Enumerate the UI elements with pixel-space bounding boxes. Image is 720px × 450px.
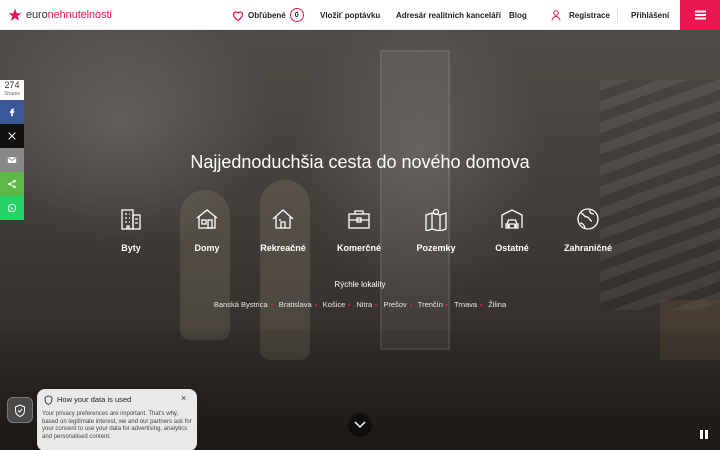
- land-map-icon: [425, 208, 447, 231]
- quick-location-link[interactable]: Žilina: [488, 300, 506, 309]
- category-pozemky[interactable]: Pozemky: [406, 207, 466, 253]
- site-logo[interactable]: euronehnutelnosti: [8, 7, 112, 23]
- share-whatsapp-button[interactable]: [0, 196, 24, 220]
- privacy-settings-button[interactable]: [7, 397, 33, 423]
- share-count: 274: [4, 80, 20, 90]
- category-label: Rekreačné: [260, 243, 306, 253]
- share-counter: 274 Shares: [0, 80, 24, 100]
- quick-location-link[interactable]: Košice: [323, 300, 351, 309]
- user-icon: [551, 9, 561, 21]
- category-zahranicne[interactable]: Zahraničné: [558, 207, 618, 253]
- close-icon[interactable]: ×: [181, 393, 186, 403]
- shield-check-icon: [15, 403, 25, 417]
- cookie-title: How your data is used: [57, 395, 132, 404]
- category-label: Ostatné: [495, 243, 529, 253]
- quick-locations-list: Banská Bystrica Bratislava Košice Nitra …: [0, 300, 720, 309]
- pause-video-button[interactable]: [698, 428, 710, 440]
- register-link[interactable]: Registrace: [551, 0, 610, 30]
- cookie-body: Your privacy preferences are important. …: [42, 411, 192, 440]
- x-icon: [8, 132, 16, 140]
- quick-location-link[interactable]: Banská Bystrica: [214, 300, 273, 309]
- quick-location-link[interactable]: Nitra: [356, 300, 378, 309]
- site-header: euronehnutelnosti Obľúbené 0 Vložiť popt…: [0, 0, 720, 30]
- category-rekreacne[interactable]: Rekreačné: [253, 207, 313, 253]
- hamburger-icon: [694, 14, 706, 16]
- category-label: Byty: [121, 243, 141, 253]
- category-label: Zahraničné: [563, 243, 612, 253]
- quick-location-link[interactable]: Trenčín: [418, 300, 448, 309]
- facebook-icon: [9, 108, 15, 117]
- category-ostatne[interactable]: Ostatné: [482, 207, 542, 253]
- share-x-button[interactable]: [0, 124, 24, 148]
- shield-icon: [44, 395, 53, 405]
- category-komercne[interactable]: Komerčné: [329, 207, 389, 253]
- chevron-down-icon: [354, 421, 366, 429]
- share-icon: [8, 179, 16, 189]
- category-byty[interactable]: Byty: [101, 207, 161, 253]
- heart-icon: [232, 10, 244, 21]
- category-label: Domy: [194, 243, 220, 253]
- logo-accent: nehnutelnosti: [47, 9, 112, 21]
- category-label: Pozemky: [416, 243, 456, 253]
- quick-location-link[interactable]: Bratislava: [279, 300, 317, 309]
- favorites-label: Obľúbené: [248, 10, 286, 20]
- garage-car-icon: [501, 209, 523, 229]
- hero-headline: Najjednoduchšia cesta do nového domova: [190, 152, 530, 172]
- share-count-label: Shares: [4, 91, 20, 97]
- category-domy[interactable]: Domy: [177, 207, 237, 253]
- request-link[interactable]: Vložiť poptávku: [320, 0, 380, 30]
- nav-divider: [617, 8, 618, 22]
- whatsapp-icon: [7, 203, 17, 213]
- quick-location-link[interactable]: Prešov: [383, 300, 412, 309]
- globe-icon: [577, 208, 599, 230]
- favorites-link[interactable]: Obľúbené 0: [232, 0, 304, 30]
- share-facebook-button[interactable]: [0, 100, 24, 124]
- cookie-notice: How your data is used × Your privacy pre…: [37, 389, 197, 450]
- pause-icon: [700, 430, 703, 439]
- agencies-link[interactable]: Adresár realitních kanceláří: [396, 0, 501, 30]
- quick-location-link[interactable]: Trnava: [454, 300, 483, 309]
- share-generic-button[interactable]: [0, 172, 24, 196]
- scroll-down-button[interactable]: [348, 413, 372, 437]
- register-label: Registrace: [569, 10, 610, 20]
- quick-locations-title: Rýchle lokality: [334, 280, 386, 289]
- category-label: Komerčné: [336, 243, 381, 253]
- briefcase-icon: [348, 210, 370, 229]
- logo-prefix: euro: [26, 9, 48, 21]
- apartment-building-icon: [121, 209, 141, 230]
- hamburger-menu-button[interactable]: [680, 0, 720, 30]
- login-link[interactable]: Přihlášení: [631, 0, 669, 30]
- star-logo-icon: [8, 8, 22, 21]
- house-icon: [196, 209, 218, 229]
- favorites-count-badge: 0: [289, 8, 304, 22]
- blog-link[interactable]: Blog: [509, 0, 527, 30]
- cottage-icon: [272, 209, 294, 229]
